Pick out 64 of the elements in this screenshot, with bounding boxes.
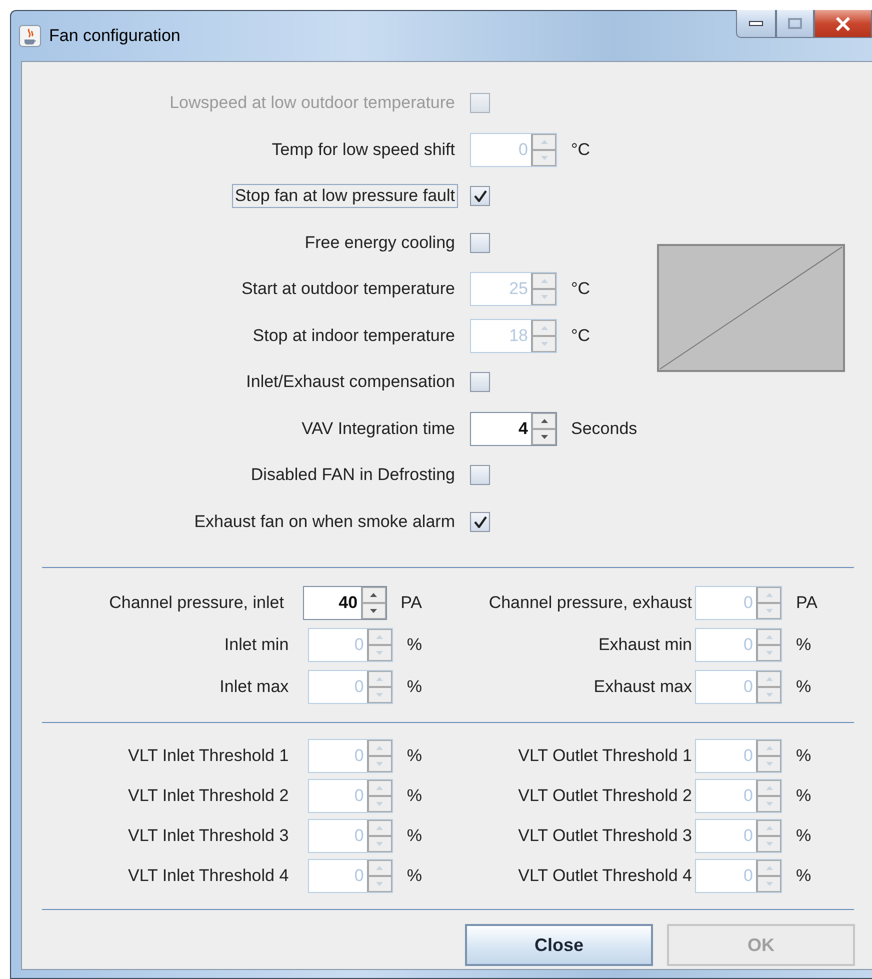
field-label: Inlet min (223, 634, 290, 656)
minimize-button[interactable] (736, 10, 776, 38)
field-label: VLT Outlet Threshold 4 (517, 865, 693, 887)
setting-label: Start at outdoor temperature (240, 278, 456, 300)
field-label: Channel pressure, inlet (108, 592, 285, 614)
unit-label: % (406, 826, 422, 846)
unit-label: PA (400, 593, 422, 613)
field-label: Channel pressure, exhaust (488, 592, 693, 614)
setting-label: Temp for low speed shift (270, 138, 456, 161)
unit-label: % (796, 677, 812, 697)
field-label: VLT Inlet Threshold 1 (127, 745, 290, 767)
unit-label: % (796, 826, 812, 846)
field-label: VLT Outlet Threshold 1 (517, 745, 693, 767)
up-arrow-icon[interactable] (540, 418, 548, 423)
setting-label: Disabled FAN in Defrosting (250, 464, 456, 486)
checkbox[interactable] (470, 465, 490, 486)
checkmark-icon (474, 190, 486, 202)
unit-label: % (406, 746, 422, 766)
field-label: VLT Inlet Threshold 2 (127, 785, 290, 807)
field-label: VLT Inlet Threshold 4 (127, 865, 290, 887)
maximize-icon (788, 18, 802, 29)
window-title: Fan configuration (49, 26, 180, 46)
close-window-button[interactable] (814, 10, 872, 38)
dialog-button[interactable]: Close (465, 924, 653, 966)
field-label: Exhaust max (592, 676, 693, 698)
unit-label: °C (571, 279, 590, 300)
unit-label: % (796, 866, 812, 886)
setting-label: VAV Integration time (300, 418, 456, 440)
setting-label: Stop at indoor temperature (252, 324, 456, 347)
unit-label: % (796, 786, 812, 806)
field-label: VLT Outlet Threshold 3 (517, 825, 693, 847)
down-arrow-icon[interactable] (540, 434, 548, 439)
field-label: VLT Inlet Threshold 3 (127, 825, 290, 847)
up-arrow-icon[interactable] (370, 593, 378, 597)
unit-label: °C (571, 140, 590, 160)
field-label: VLT Outlet Threshold 2 (517, 785, 693, 807)
checkbox[interactable] (470, 186, 490, 206)
unit-label: °C (571, 326, 590, 346)
number-spinner[interactable]: 4 (470, 412, 557, 446)
unit-label: % (796, 746, 812, 766)
unit-label: % (406, 677, 422, 697)
unit-label: % (406, 786, 422, 806)
checkbox[interactable] (470, 512, 490, 532)
setting-label: Lowspeed at low outdoor temperature (168, 92, 456, 114)
checkbox[interactable] (470, 232, 490, 253)
unit-label: PA (796, 593, 818, 613)
java-cup-icon (19, 25, 41, 47)
unit-label: % (796, 635, 812, 655)
setting-label: Exhaust fan on when smoke alarm (193, 510, 456, 533)
unit-label: % (406, 866, 422, 886)
setting-label: Free energy cooling (304, 232, 456, 254)
setting-label: Inlet/Exhaust compensation (245, 371, 456, 394)
down-arrow-icon[interactable] (370, 609, 378, 613)
checkmark-icon (474, 516, 486, 528)
maximize-button[interactable] (776, 10, 814, 38)
minimize-icon (749, 21, 763, 26)
close-icon (835, 16, 851, 30)
checkbox[interactable] (470, 372, 490, 392)
unit-label: Seconds (571, 418, 638, 439)
number-spinner[interactable]: 40 (302, 586, 387, 620)
field-label: Inlet max (218, 676, 290, 698)
field-label: Exhaust min (597, 634, 693, 656)
setting-label: Stop fan at low pressure fault (232, 184, 458, 208)
unit-label: % (406, 635, 422, 655)
